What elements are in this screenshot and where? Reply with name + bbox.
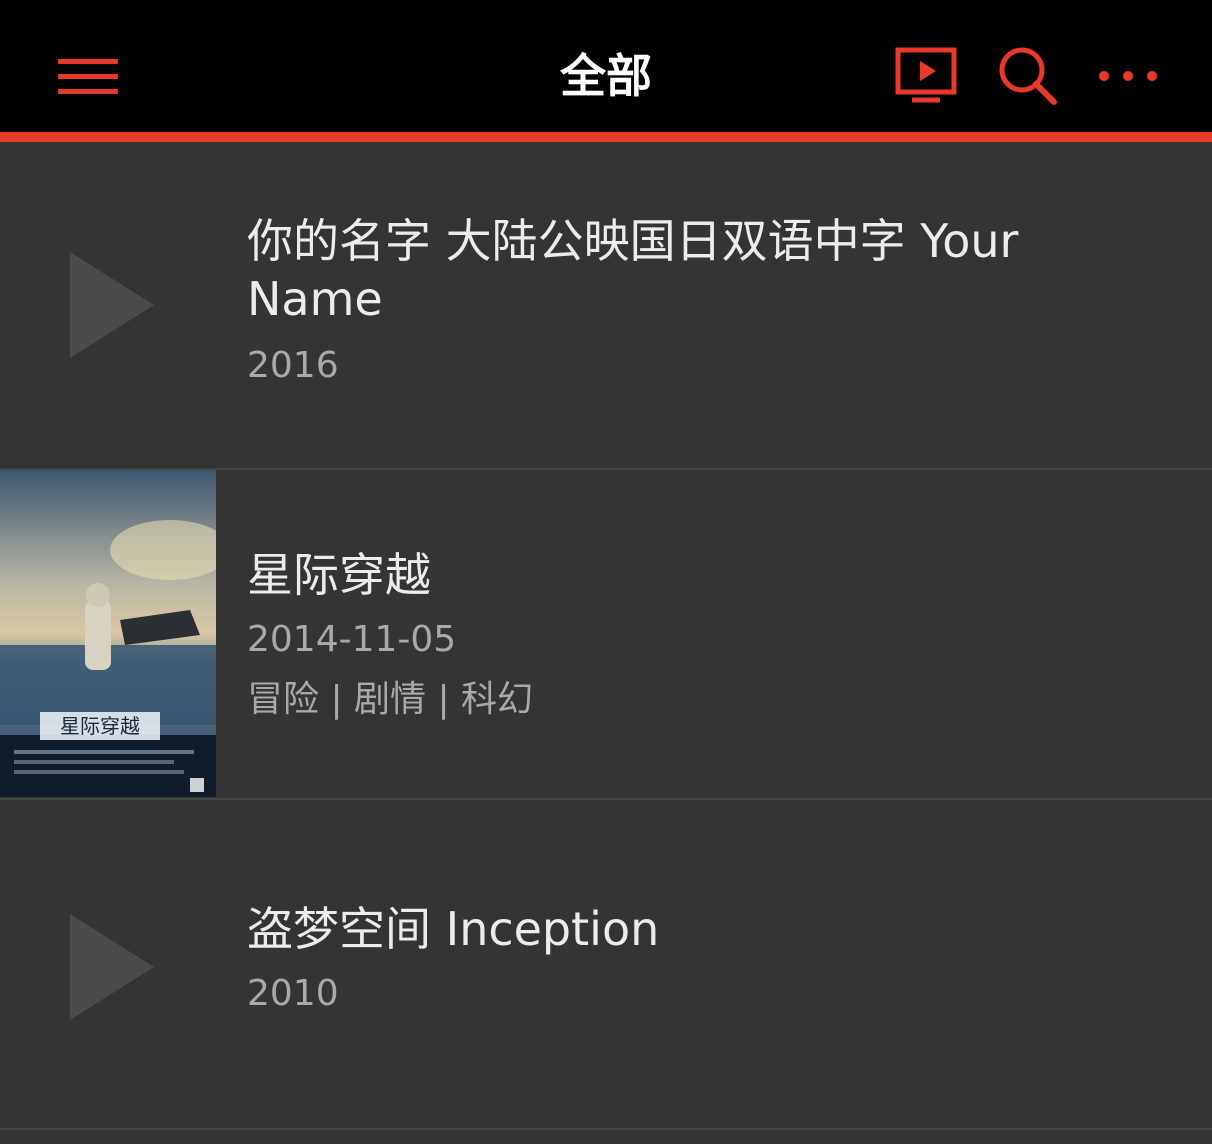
play-placeholder-icon bbox=[70, 914, 154, 1020]
player-icon[interactable] bbox=[890, 40, 962, 112]
item-title: 你的名字 大陆公映国日双语中字 Your Name bbox=[247, 214, 1019, 326]
item-title: 盗梦空间 Inception bbox=[247, 902, 660, 956]
item-title: 星际穿越 bbox=[247, 548, 431, 602]
list-item[interactable]: 你的名字 大陆公映国日双语中字 Your Name 2016 bbox=[0, 142, 1212, 468]
header-accent-bar bbox=[0, 132, 1212, 142]
list-item[interactable]: 盗梦空间 Inception 2010 bbox=[0, 800, 1212, 1128]
thumbnail-placeholder bbox=[0, 142, 216, 468]
top-app-bar: 全部 bbox=[0, 0, 1212, 132]
item-year: 2010 bbox=[247, 973, 339, 1014]
search-icon[interactable] bbox=[990, 40, 1062, 112]
play-placeholder-icon bbox=[70, 252, 154, 358]
list-item[interactable]: 星际穿越 星际穿越 2014-11-05 冒险 | 剧情 | 科幻 bbox=[0, 470, 1212, 798]
divider bbox=[0, 1128, 1212, 1130]
more-icon[interactable] bbox=[1092, 40, 1164, 112]
item-year: 2016 bbox=[247, 345, 339, 386]
hamburger-menu-icon[interactable] bbox=[50, 44, 126, 106]
movie-poster-image: 星际穿越 bbox=[0, 470, 216, 797]
item-genres: 冒险 | 剧情 | 科幻 bbox=[247, 679, 534, 720]
poster-title-text: 星际穿越 bbox=[60, 714, 140, 738]
page-title: 全部 bbox=[560, 49, 652, 103]
thumbnail-placeholder bbox=[0, 800, 216, 1128]
item-date: 2014-11-05 bbox=[247, 619, 457, 660]
